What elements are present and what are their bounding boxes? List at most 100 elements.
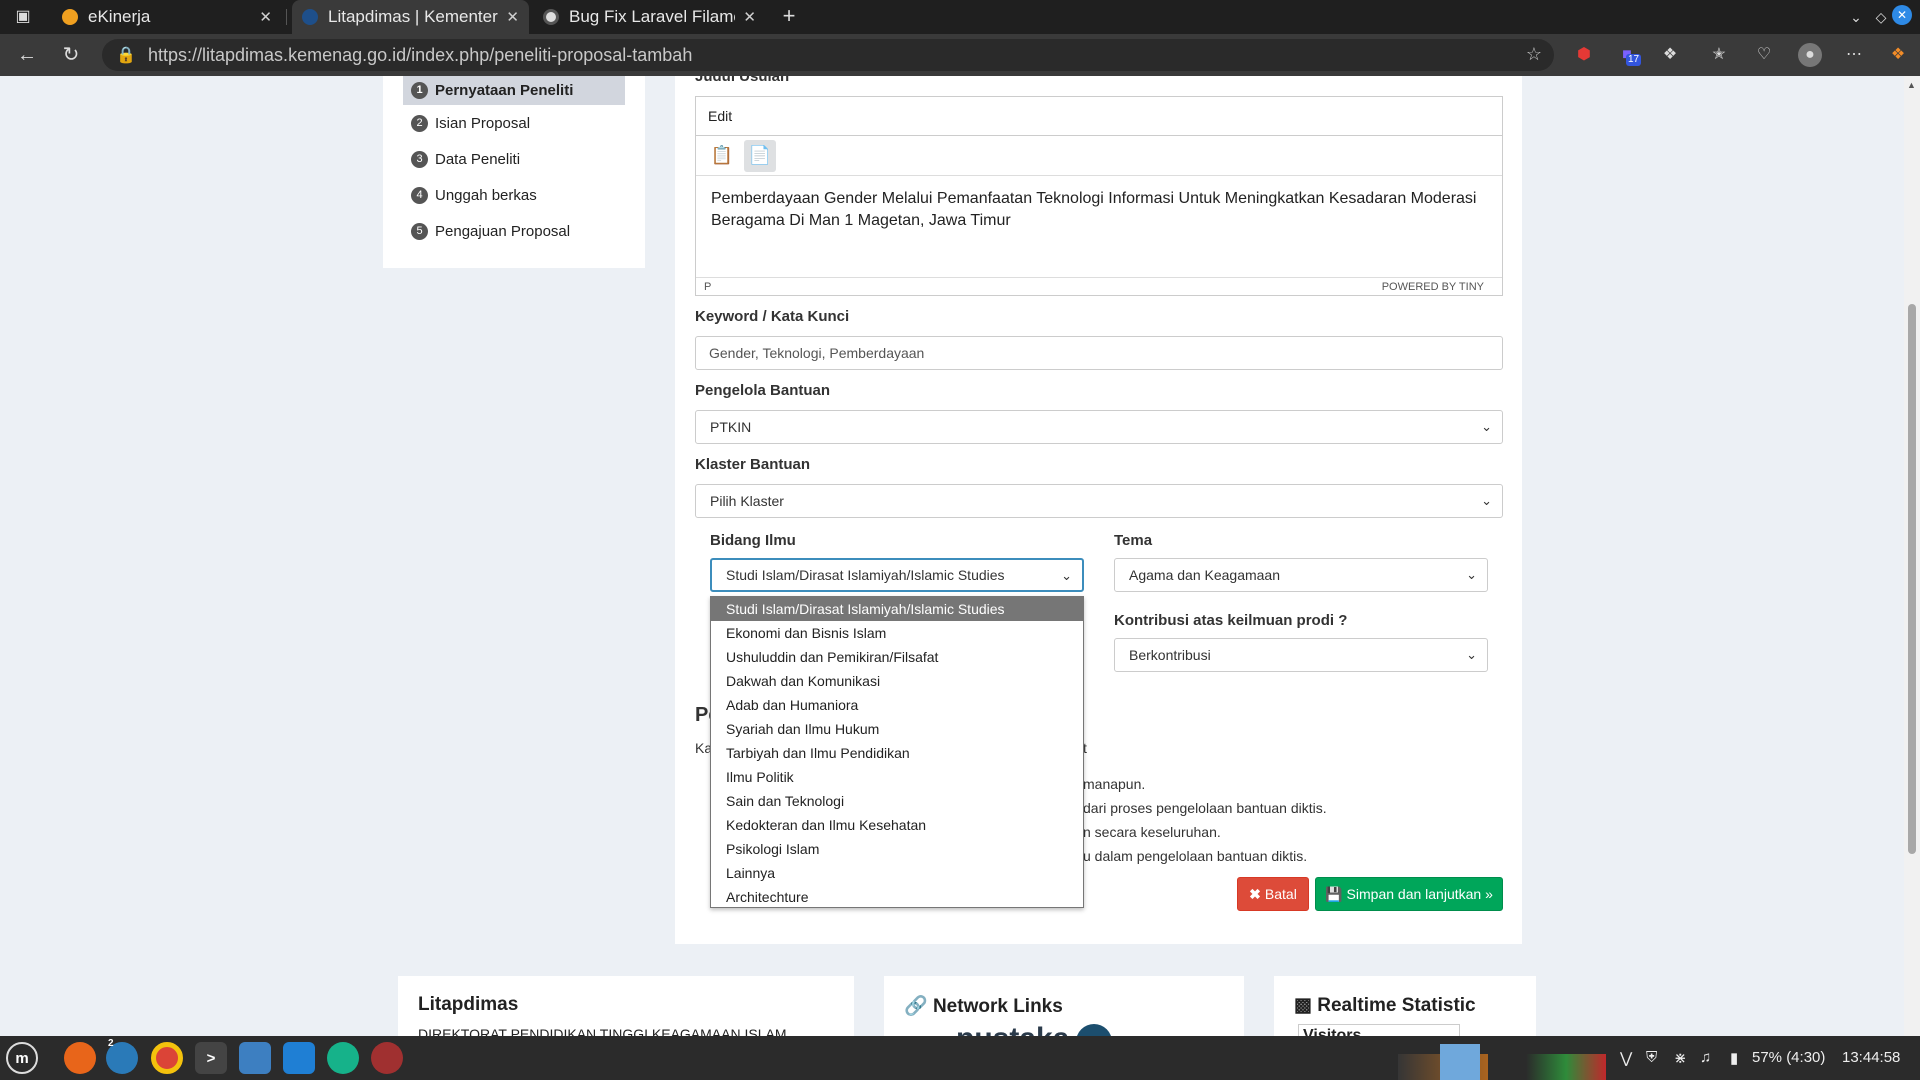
bidang-option[interactable]: Ilmu Politik	[711, 765, 1083, 789]
bidang-option[interactable]: Tarbiyah dan Ilmu Pendidikan	[711, 741, 1083, 765]
firefox-icon[interactable]	[64, 1042, 96, 1074]
simpan-lanjutkan-button[interactable]: 💾 Simpan dan lanjutkan »	[1315, 877, 1503, 911]
page-scrollbar[interactable]: ▲	[1904, 76, 1920, 1036]
editor-element-path[interactable]: P	[704, 281, 711, 293]
step-pengajuan-proposal[interactable]: 5 Pengajuan Proposal	[403, 213, 625, 249]
kontribusi-value: Berkontribusi	[1129, 647, 1211, 663]
bidang-option[interactable]: Architechture	[711, 885, 1083, 909]
taskbar-badge: 2	[108, 1038, 114, 1049]
proposal-steps-panel: 1 Pernyataan Peneliti 2 Isian Proposal 3…	[383, 76, 645, 268]
keyword-input[interactable]: Gender, Teknologi, Pemberdayaan	[695, 336, 1503, 370]
footer-stat-title-text: Realtime Statistic	[1317, 995, 1476, 1016]
profile-avatar-icon[interactable]: ●	[1798, 43, 1822, 67]
adblock-extension-icon[interactable]: ⬢	[1572, 43, 1596, 67]
browser-essentials-icon[interactable]: ♡	[1752, 43, 1776, 67]
tab-actions-icon[interactable]: ▣	[10, 4, 36, 30]
bidang-option[interactable]: Psikologi Islam	[711, 837, 1083, 861]
kontribusi-select[interactable]: Berkontribusi ⌄	[1114, 638, 1488, 672]
paste-icon[interactable]: 📋	[706, 140, 738, 172]
bar-chart-icon: ▩	[1294, 995, 1312, 1016]
step-pernyataan-peneliti[interactable]: 1 Pernyataan Peneliti	[403, 76, 625, 105]
shield-icon[interactable]: ⛨	[1646, 1049, 1657, 1066]
batal-label: Batal	[1264, 886, 1297, 902]
vscode-icon[interactable]	[283, 1042, 315, 1074]
bidang-ilmu-select[interactable]: Studi Islam/Dirasat Islamiyah/Islamic St…	[710, 558, 1084, 592]
editor-menu-edit[interactable]: Edit	[708, 108, 732, 124]
tab-list-chevron-icon[interactable]: ⌄	[1843, 4, 1869, 30]
tab-separator	[286, 9, 287, 25]
bluetooth-icon[interactable]: ⋁	[1620, 1049, 1632, 1067]
step-number: 5	[411, 222, 428, 240]
footer-litapdimas-title: Litapdimas	[418, 994, 519, 1015]
wifi-icon[interactable]: ⋇	[1674, 1049, 1687, 1067]
close-tab-icon[interactable]: ✕	[259, 8, 272, 26]
battery-icon[interactable]: ▮	[1730, 1049, 1738, 1067]
close-tab-icon[interactable]: ✕	[743, 8, 756, 26]
footer-realtime-statistic-box: ▩ Realtime Statistic Visitors	[1274, 976, 1536, 1036]
bookmark-star-icon[interactable]: ☆	[1526, 44, 1542, 65]
bidang-option[interactable]: Studi Islam/Dirasat Islamiyah/Islamic St…	[711, 597, 1083, 621]
tab-litapdimas[interactable]: Litapdimas | Kementerian ✕	[292, 0, 529, 34]
scrollbar-thumb[interactable]	[1908, 304, 1916, 854]
footer-network-title-text: Network Links	[932, 996, 1063, 1017]
new-tab-button[interactable]: +	[776, 3, 802, 29]
memory-graph	[1440, 1044, 1480, 1080]
pustaka-logo[interactable]: pustaka	[956, 1022, 1069, 1036]
extension-badge-count: 17	[1626, 54, 1642, 66]
address-bar[interactable]: 🔒 https://litapdimas.kemenag.go.id/index…	[102, 39, 1554, 71]
pernyataan-line: dari proses pengelolaan bantuan diktis.	[1083, 800, 1327, 816]
reload-icon[interactable]: ↻	[58, 42, 84, 68]
tinymce-editor[interactable]: Edit 📋 📄 Pemberdayaan Gender Melalui Pem…	[695, 96, 1503, 296]
tab-ekinerja[interactable]: eKinerja ✕	[52, 0, 282, 34]
paste-as-text-icon[interactable]: 📄	[744, 139, 776, 172]
step-number: 1	[411, 82, 428, 99]
step-unggah-berkas[interactable]: 4 Unggah berkas	[403, 177, 625, 213]
step-label: Unggah berkas	[435, 186, 537, 204]
pernyataan-line: manapun.	[1083, 776, 1146, 792]
edge-icon[interactable]: 2	[106, 1038, 138, 1074]
bidang-ilmu-dropdown-list[interactable]: Studi Islam/Dirasat Islamiyah/Islamic St…	[710, 596, 1084, 908]
editor-content[interactable]: Pemberdayaan Gender Melalui Pemanfaatan …	[696, 176, 1502, 277]
file-manager-icon[interactable]	[239, 1042, 271, 1074]
close-tab-icon[interactable]: ✕	[506, 8, 519, 26]
keyword-label: Keyword / Kata Kunci	[695, 308, 850, 325]
app-icon[interactable]	[371, 1042, 403, 1074]
bidang-option[interactable]: Ushuluddin dan Pemikiran/Filsafat	[711, 645, 1083, 669]
back-arrow-icon[interactable]: ←	[14, 42, 40, 68]
phone-app-icon[interactable]	[327, 1042, 359, 1074]
battery-status[interactable]: 57% (4:30)	[1752, 1049, 1825, 1066]
ekinerja-favicon-icon	[62, 9, 78, 25]
bidang-option[interactable]: Syariah dan Ilmu Hukum	[711, 717, 1083, 741]
klaster-bantuan-select[interactable]: Pilih Klaster ⌄	[695, 484, 1503, 518]
copilot-icon[interactable]: ❖	[1886, 43, 1910, 67]
favorites-icon[interactable]: ✭	[1707, 43, 1731, 67]
tema-select[interactable]: Agama dan Keagamaan ⌄	[1114, 558, 1488, 592]
extensions-puzzle-icon[interactable]: ❖	[1658, 43, 1682, 67]
audio-icon[interactable]: ♫	[1700, 1049, 1711, 1066]
more-menu-icon[interactable]: ⋯	[1842, 43, 1866, 67]
step-isian-proposal[interactable]: 2 Isian Proposal	[403, 105, 625, 141]
bidang-option[interactable]: Lainnya	[711, 861, 1083, 885]
network-partner-logo[interactable]	[1076, 1024, 1112, 1036]
pengelola-bantuan-select[interactable]: PTKIN ⌄	[695, 410, 1503, 444]
bidang-option[interactable]: Sain dan Teknologi	[711, 789, 1083, 813]
powered-by-tiny-link[interactable]: POWERED BY TINY	[1382, 281, 1484, 293]
clock[interactable]: 13:44:58	[1842, 1049, 1900, 1066]
tab-bug-fix[interactable]: Bug Fix Laravel Filament ✕	[533, 0, 766, 34]
close-window-icon[interactable]: ✕	[1892, 5, 1912, 25]
bidang-option[interactable]: Kedokteran dan Ilmu Kesehatan	[711, 813, 1083, 837]
start-menu-icon[interactable]: m	[6, 1042, 38, 1074]
minimize-icon[interactable]: ◇	[1868, 4, 1894, 30]
step-data-peneliti[interactable]: 3 Data Peneliti	[403, 141, 625, 177]
chrome-icon[interactable]	[151, 1042, 183, 1074]
bidang-option[interactable]: Dakwah dan Komunikasi	[711, 669, 1083, 693]
bidang-option[interactable]: Adab dan Humaniora	[711, 693, 1083, 717]
batal-button[interactable]: ✖ Batal	[1237, 877, 1309, 911]
url-text[interactable]: https://litapdimas.kemenag.go.id/index.p…	[148, 45, 692, 66]
bidang-option[interactable]: Ekonomi dan Bisnis Islam	[711, 621, 1083, 645]
terminal-icon[interactable]: >	[195, 1042, 227, 1074]
tema-value: Agama dan Keagamaan	[1129, 567, 1280, 583]
scroll-up-icon[interactable]: ▲	[1907, 80, 1916, 90]
editor-menubar: Edit	[696, 97, 1502, 136]
extension-badge-icon[interactable]: ■ 17	[1615, 43, 1642, 67]
